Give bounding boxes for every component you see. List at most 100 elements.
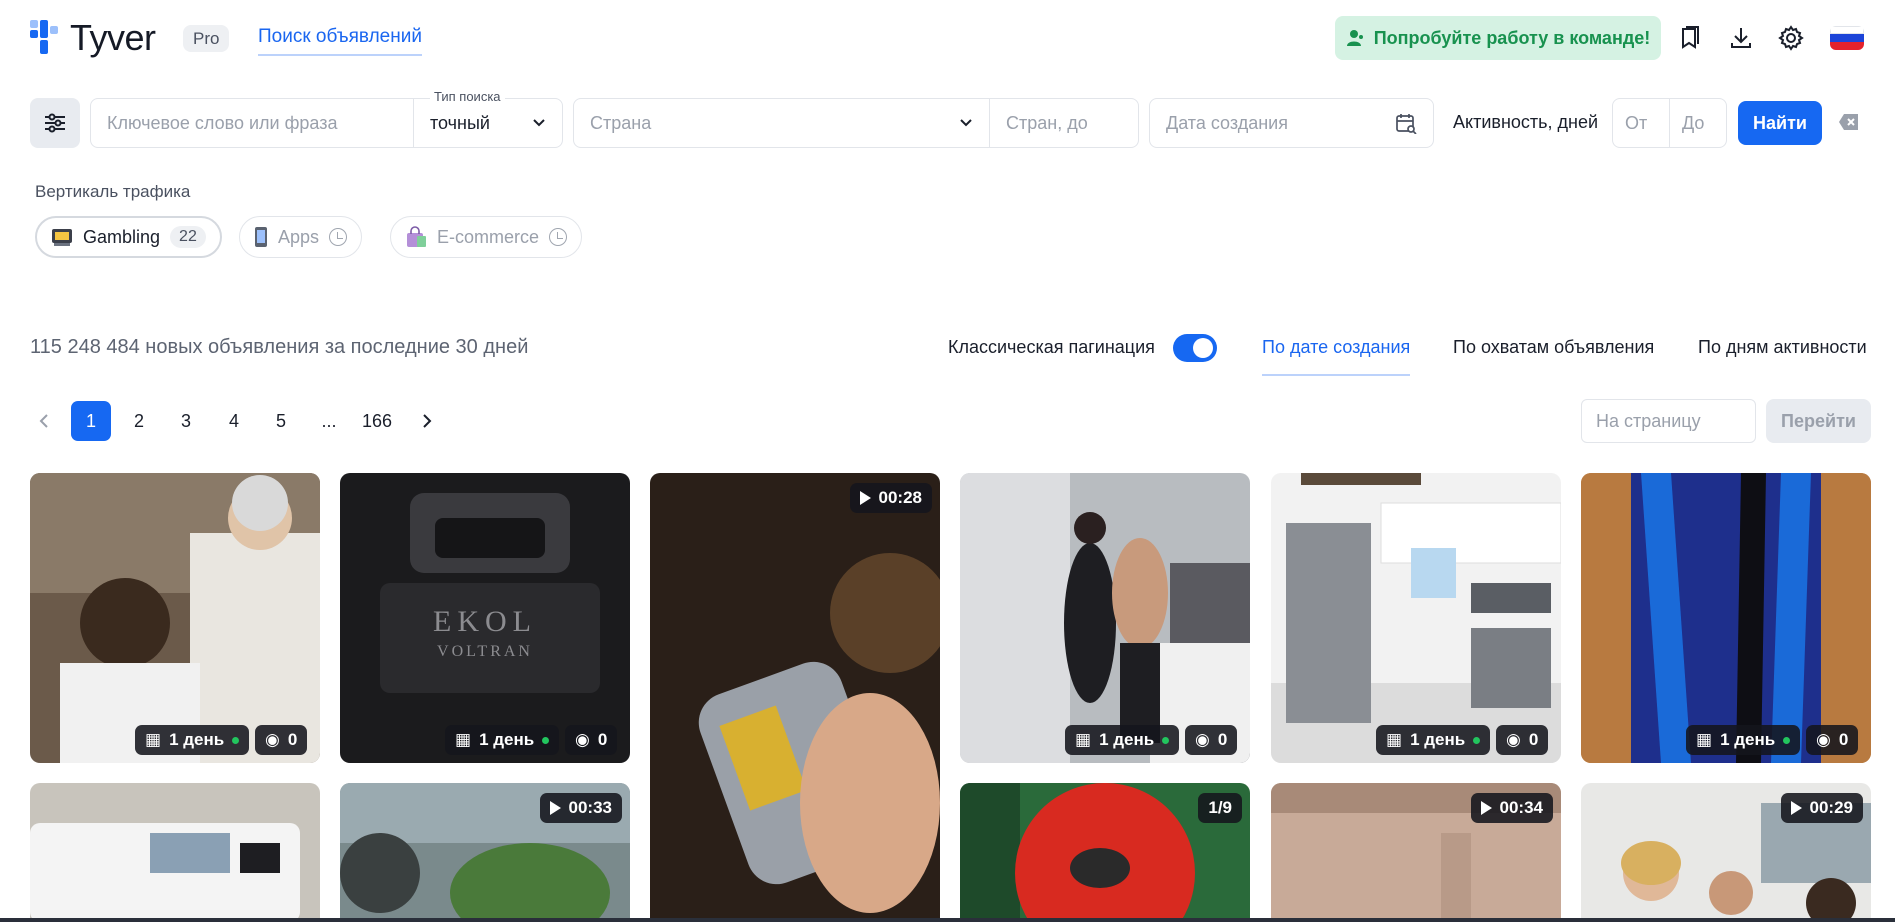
ad-card[interactable]: ▦ 1 день ◉ 0 (30, 473, 320, 763)
ad-card[interactable]: 00:28 (650, 473, 940, 922)
goto-page-input[interactable] (1596, 400, 1741, 442)
play-icon (1480, 801, 1492, 815)
chip-gambling-count: 22 (170, 226, 206, 248)
activity-to-input[interactable] (1682, 112, 1714, 134)
bookmarks-icon[interactable] (1675, 23, 1705, 53)
ad-card[interactable]: ▦ 1 день ◉ 0 (960, 473, 1250, 763)
countries-to-field[interactable] (989, 98, 1139, 148)
page-ellipsis: ... (321, 410, 337, 431)
countries-to-input[interactable] (1006, 112, 1122, 134)
goto-page-field[interactable] (1581, 399, 1756, 443)
eye-icon: ◉ (1506, 730, 1521, 749)
page-166[interactable]: 166 (356, 401, 398, 441)
eye-icon: ◉ (1195, 730, 1210, 749)
page-5[interactable]: 5 (261, 401, 301, 441)
pro-badge: Pro (183, 25, 230, 52)
days-badge: ▦ 1 день (1065, 725, 1180, 755)
ad-card[interactable] (30, 783, 320, 922)
filters-button[interactable] (30, 98, 80, 148)
activity-from-field[interactable] (1612, 98, 1670, 148)
ad-card[interactable]: 1/9 (960, 783, 1250, 922)
goto-page-button[interactable]: Перейти (1766, 399, 1871, 443)
page-3[interactable]: 3 (166, 401, 206, 441)
days-text: 1 день (1099, 730, 1155, 749)
days-badge: ▦ 1 день (1376, 725, 1491, 755)
activity-to-field[interactable] (1669, 98, 1727, 148)
views-badge: ◉ 0 (1806, 725, 1859, 755)
chip-gambling[interactable]: Gambling 22 (35, 216, 222, 258)
play-icon (859, 491, 871, 505)
page-1[interactable]: 1 (71, 401, 111, 441)
page-2[interactable]: 2 (119, 401, 159, 441)
calendar-icon: ▦ (1696, 730, 1713, 749)
date-created-field[interactable]: Дата создания (1149, 98, 1434, 148)
flag-ru-icon[interactable] (1830, 26, 1864, 50)
prev-page-icon[interactable] (24, 401, 64, 441)
slot-machine-icon (52, 229, 72, 246)
eye-icon: ◉ (575, 730, 590, 749)
days-text: 1 день (479, 730, 535, 749)
days-badge: ▦ 1 день (1686, 725, 1801, 755)
video-duration-badge: 00:28 (849, 483, 932, 513)
chip-gambling-label: Gambling (83, 226, 161, 247)
settings-icon[interactable] (1776, 23, 1806, 53)
case-model-text: VOLTRAN (437, 643, 533, 660)
ad-thumbnail (1581, 473, 1871, 763)
ad-card[interactable]: ▦ 1 день ◉ 0 (1271, 473, 1561, 763)
ad-card[interactable]: 00:33 (340, 783, 630, 922)
next-page-icon[interactable] (407, 401, 447, 441)
chip-apps[interactable]: Apps (239, 216, 363, 258)
download-icon[interactable] (1726, 23, 1756, 53)
video-duration-badge: 00:29 (1780, 793, 1863, 823)
ad-thumbnail (30, 473, 320, 763)
ad-thumbnail (960, 473, 1250, 763)
days-badge: ▦ 1 день (445, 725, 560, 755)
ad-card[interactable]: ▦ 1 день ◉ 0 (1581, 473, 1871, 763)
find-button[interactable]: Найти (1738, 101, 1822, 145)
nav-link-ad-search[interactable]: Поиск объявлений (258, 26, 422, 56)
country-select[interactable]: Страна (573, 98, 990, 148)
ad-card[interactable]: 00:29 (1581, 783, 1871, 922)
eye-icon: ◉ (265, 730, 280, 749)
shopping-bag-icon (407, 226, 426, 247)
days-badge: ▦ 1 день (135, 725, 250, 755)
date-created-placeholder: Дата создания (1166, 112, 1288, 133)
duration-text: 00:28 (878, 488, 922, 507)
views-badge: ◉ 0 (565, 725, 618, 755)
try-team-button[interactable]: Попробуйте работу в команде! (1335, 16, 1661, 60)
clear-filters-icon[interactable] (1838, 112, 1860, 132)
search-type-label: Тип поиска (430, 89, 505, 104)
ad-card[interactable]: 00:34 (1271, 783, 1561, 922)
page-4[interactable]: 4 (214, 401, 254, 441)
keyword-input[interactable] (107, 112, 397, 134)
duration-text: 00:29 (1809, 798, 1853, 817)
activity-from-input[interactable] (1625, 112, 1657, 134)
try-team-label: Попробуйте работу в команде! (1373, 27, 1651, 48)
classic-pagination-label: Классическая пагинация (948, 337, 1155, 357)
active-dot (542, 736, 550, 744)
ad-thumbnail (1271, 473, 1561, 763)
tab-sort-by-activity[interactable]: По дням активности (1698, 337, 1867, 374)
days-text: 1 день (1720, 730, 1776, 749)
views-count: 0 (1838, 730, 1849, 749)
play-icon (1790, 801, 1802, 815)
classic-pagination-toggle[interactable] (1173, 334, 1217, 362)
duration-text: 00:34 (1499, 798, 1543, 817)
views-badge: ◉ 0 (1496, 725, 1549, 755)
active-dot (1473, 736, 1481, 744)
tab-sort-by-date[interactable]: По дате создания (1262, 337, 1411, 376)
chip-apps-label: Apps (278, 226, 320, 247)
search-type-select[interactable]: точный (413, 98, 563, 148)
views-count: 0 (1217, 730, 1228, 749)
phone-icon (255, 227, 267, 247)
days-text: 1 день (1410, 730, 1466, 749)
ad-card[interactable]: EKOL VOLTRAN ▦ 1 день ◉ 0 (340, 473, 630, 763)
chip-ecommerce[interactable]: E-commerce (390, 216, 583, 258)
tab-sort-by-reach[interactable]: По охватам объявления (1453, 337, 1654, 374)
logo[interactable]: Tyver (30, 17, 156, 58)
clock-icon (329, 228, 348, 246)
calendar-icon: ▦ (145, 730, 162, 749)
keyword-field[interactable] (90, 98, 414, 148)
traffic-vertical-label: Вертикаль трафика (35, 182, 191, 201)
views-badge: ◉ 0 (1185, 725, 1238, 755)
